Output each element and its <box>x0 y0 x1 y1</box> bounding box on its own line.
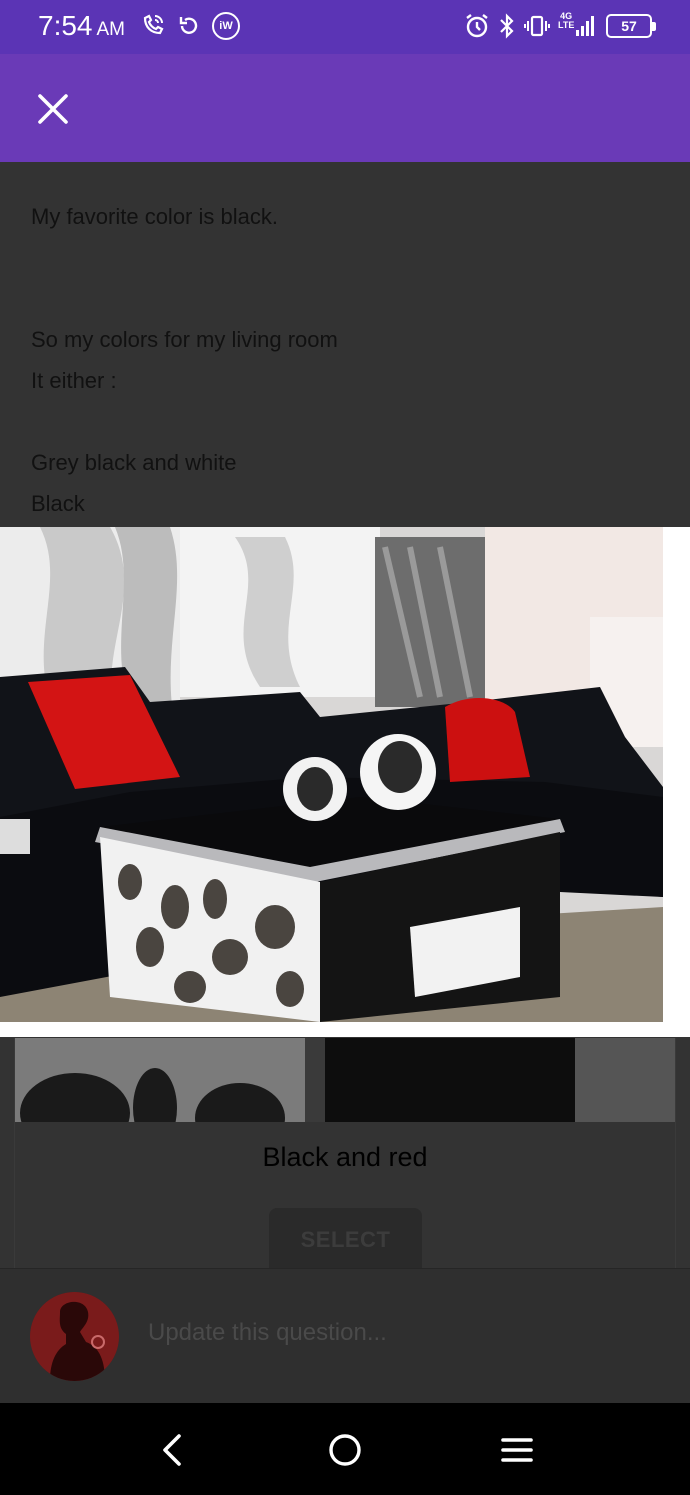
status-right-icons: 4G LTE 57 <box>464 12 656 40</box>
status-bar: 7:54 AM iW 4G LTE 57 <box>0 0 690 54</box>
iw-icon: iW <box>212 12 240 40</box>
back-button[interactable] <box>147 1425 197 1475</box>
signal-icon: 4G LTE <box>558 12 598 40</box>
battery-level: 57 <box>621 18 637 34</box>
sync-icon <box>176 12 202 40</box>
living-room-image <box>0 527 690 1037</box>
option-thumbnail-image <box>15 1038 675 1122</box>
home-button[interactable] <box>320 1425 370 1475</box>
option-card[interactable]: Black and red SELECT <box>14 1038 676 1268</box>
home-icon <box>329 1434 361 1466</box>
status-time: 7:54 AM <box>38 10 125 42</box>
description-line: Black <box>31 491 85 516</box>
description-line <box>31 278 338 319</box>
status-left-icons: iW <box>140 12 240 40</box>
living-room-photo[interactable] <box>0 527 690 1037</box>
status-time-value: 7:54 <box>38 10 93 41</box>
description-line <box>31 401 338 442</box>
back-icon <box>163 1434 181 1466</box>
menu-button[interactable] <box>492 1425 542 1475</box>
description-line <box>31 237 338 278</box>
battery-icon: 57 <box>606 14 656 38</box>
bluetooth-icon <box>498 12 516 40</box>
question-detail: My favorite color is black. So my colors… <box>0 162 690 1403</box>
update-question-input[interactable] <box>148 1319 648 1347</box>
close-icon <box>38 94 68 124</box>
alarm-icon <box>464 12 490 40</box>
description-line: So my colors for my living room <box>31 327 338 352</box>
close-button[interactable] <box>28 84 78 134</box>
question-description: My favorite color is black. So my colors… <box>31 196 338 524</box>
select-button[interactable]: SELECT <box>269 1208 422 1268</box>
app-bar <box>0 54 690 162</box>
composer <box>0 1268 690 1403</box>
navigation-bar <box>0 1403 690 1495</box>
option-thumbnail <box>15 1038 675 1122</box>
avatar[interactable] <box>30 1292 119 1381</box>
vibrate-icon <box>524 12 550 40</box>
phone-wifi-icon <box>140 12 166 40</box>
description-line: It either : <box>31 368 117 393</box>
menu-icon <box>501 1438 533 1462</box>
avatar-image <box>30 1292 119 1381</box>
description-line: My favorite color is black. <box>31 204 278 229</box>
option-label: Black and red <box>262 1142 428 1172</box>
status-time-ampm: AM <box>96 19 126 40</box>
description-line: Grey black and white <box>31 450 237 475</box>
